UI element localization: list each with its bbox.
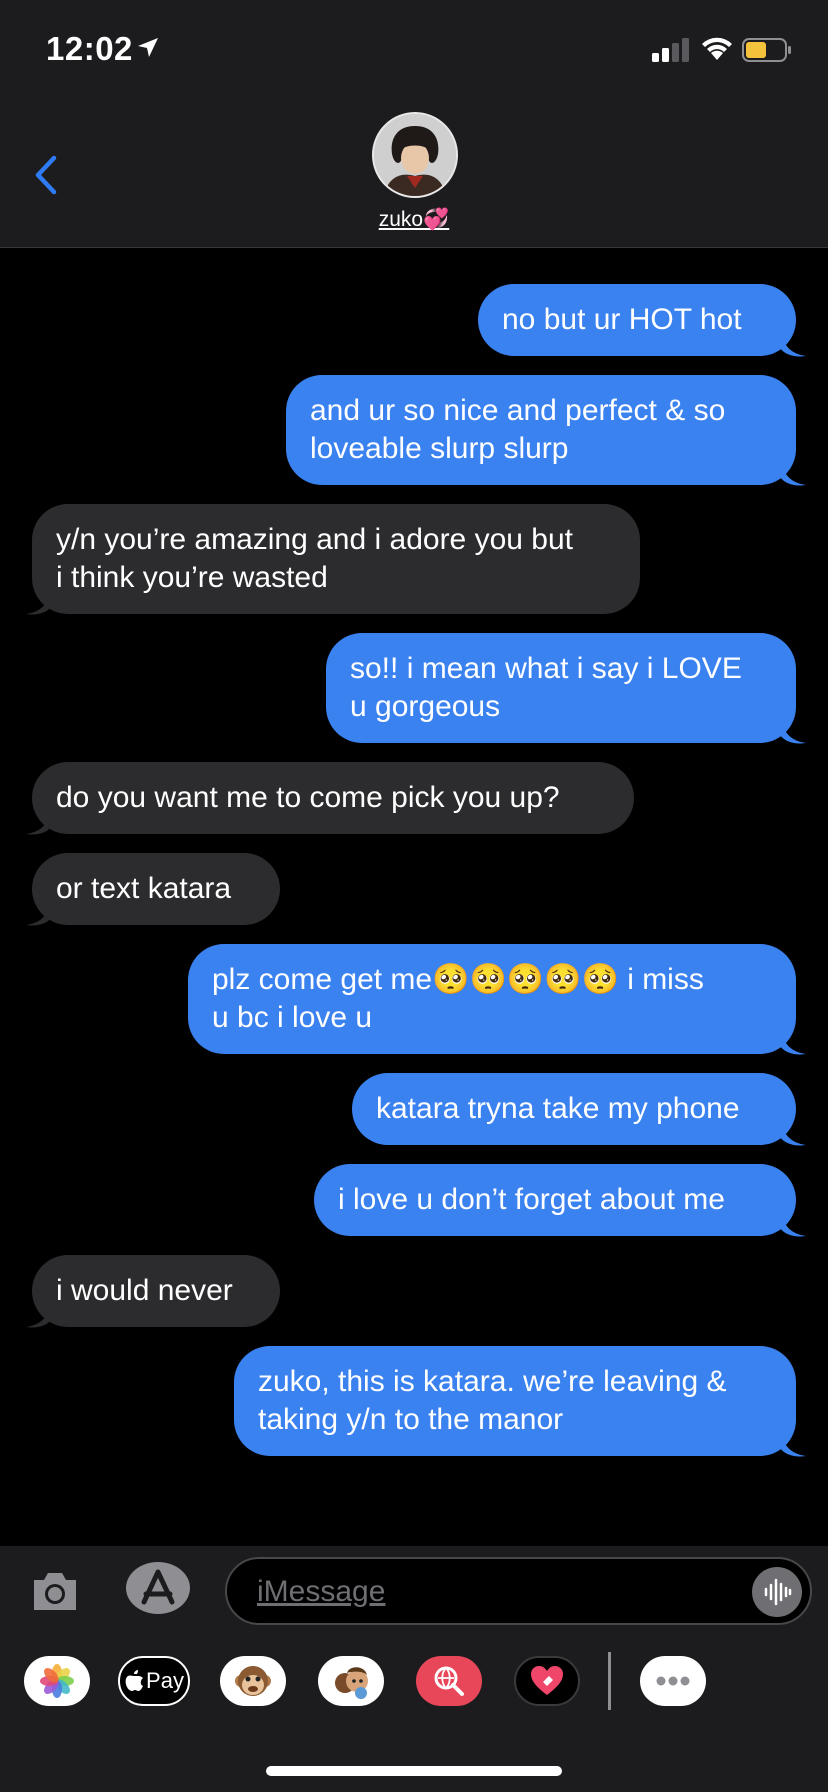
- photos-icon: [40, 1664, 74, 1698]
- cellular-signal-icon: [652, 38, 689, 62]
- digital-touch-icon: [531, 1666, 563, 1695]
- app-store-button[interactable]: [126, 1562, 190, 1614]
- message-text: plz come get me🥺🥺🥺🥺🥺 i miss: [212, 963, 704, 996]
- message-text: loveable slurp slurp: [310, 432, 569, 465]
- message-text: u gorgeous: [350, 690, 501, 723]
- memoji-icon: [335, 1667, 368, 1699]
- imessage-input[interactable]: iMessage: [225, 1557, 812, 1625]
- animoji-app-button[interactable]: [220, 1656, 286, 1706]
- bubble-tail: [780, 1428, 806, 1457]
- more-apps-button[interactable]: [640, 1656, 706, 1706]
- drawer-divider: [608, 1652, 611, 1710]
- memoji-app-button[interactable]: [318, 1656, 384, 1706]
- outgoing-message-bubble[interactable]: zuko, this is katara. we’re leaving & ta…: [234, 1346, 796, 1456]
- outgoing-message-bubble[interactable]: and ur so nice and perfect & so loveable…: [286, 375, 796, 485]
- monkey-memoji-icon: [235, 1666, 271, 1696]
- avatar-portrait-image: [374, 114, 456, 196]
- apple-logo-icon: [125, 1670, 144, 1691]
- bubble-tail: [780, 328, 806, 357]
- battery-icon: [742, 38, 791, 62]
- apple-pay-button[interactable]: Pay: [118, 1656, 190, 1706]
- message-text: i love u don’t forget about me: [338, 1183, 725, 1216]
- apple-pay-label: Pay: [146, 1668, 184, 1693]
- more-icon: [656, 1676, 690, 1686]
- digital-touch-app-button[interactable]: [514, 1656, 580, 1706]
- audio-message-button[interactable]: [752, 1567, 802, 1617]
- outgoing-message-bubble[interactable]: katara tryna take my phone: [352, 1073, 796, 1145]
- outgoing-message-bubble[interactable]: no but ur HOT hot: [478, 284, 796, 356]
- bubble-tail: [780, 1117, 806, 1146]
- bubble-tail: [780, 457, 806, 486]
- message-text: u bc i love u: [212, 1001, 373, 1034]
- waveform-icon: [764, 1578, 792, 1606]
- bubble-tail: [26, 586, 52, 615]
- conversation-header: 12:02 zuko💞: [0, 0, 828, 248]
- message-text: do you want me to come pick you up?: [56, 781, 560, 814]
- incoming-message-bubble[interactable]: y/n you’re amazing and i adore you but i…: [32, 504, 640, 614]
- message-text: so!! i mean what i say i LOVE: [350, 652, 742, 685]
- photos-app-button[interactable]: [24, 1656, 90, 1706]
- message-text: y/n you’re amazing and i adore you but: [56, 523, 573, 556]
- back-chevron-icon[interactable]: [30, 150, 64, 200]
- outgoing-message-bubble[interactable]: so!! i mean what i say i LOVE u gorgeous: [326, 633, 796, 743]
- bubble-tail: [26, 897, 52, 926]
- message-text: or text katara: [56, 872, 232, 905]
- message-text: taking y/n to the manor: [258, 1403, 564, 1436]
- bubble-tail: [26, 806, 52, 835]
- compose-bar: iMessage: [0, 1546, 828, 1634]
- bubble-tail: [780, 1208, 806, 1237]
- wifi-icon: [702, 37, 732, 60]
- outgoing-message-bubble[interactable]: i love u don’t forget about me: [314, 1164, 796, 1236]
- message-text: and ur so nice and perfect & so: [310, 394, 726, 427]
- contact-avatar[interactable]: [372, 112, 458, 198]
- location-arrow-icon: [138, 38, 158, 57]
- bubble-tail: [780, 1026, 806, 1055]
- message-text: katara tryna take my phone: [376, 1092, 740, 1125]
- web-search-app-button[interactable]: [416, 1656, 482, 1706]
- message-text: zuko, this is katara. we’re leaving &: [258, 1365, 727, 1398]
- app-drawer: Pay: [0, 1634, 828, 1792]
- bubble-tail: [780, 715, 806, 744]
- camera-icon[interactable]: [30, 1568, 80, 1614]
- web-search-icon: [434, 1666, 464, 1696]
- incoming-message-bubble[interactable]: do you want me to come pick you up?: [32, 762, 634, 834]
- imessage-placeholder: iMessage: [257, 1575, 386, 1608]
- outgoing-message-bubble[interactable]: plz come get me🥺🥺🥺🥺🥺 i miss u bc i love …: [188, 944, 796, 1054]
- home-indicator[interactable]: [266, 1766, 562, 1776]
- incoming-message-bubble[interactable]: i would never: [32, 1255, 280, 1327]
- message-text: i would never: [56, 1274, 233, 1307]
- message-text: i think you’re wasted: [56, 561, 328, 594]
- bubble-tail: [26, 1299, 52, 1328]
- app-store-icon: [141, 1569, 175, 1605]
- incoming-message-bubble[interactable]: or text katara: [32, 853, 280, 925]
- message-text: no but ur HOT hot: [502, 303, 742, 336]
- status-time: 12:02: [46, 30, 133, 67]
- message-list: no but ur HOT hot and ur so nice and per…: [0, 248, 828, 1546]
- contact-name[interactable]: zuko💞: [0, 208, 828, 232]
